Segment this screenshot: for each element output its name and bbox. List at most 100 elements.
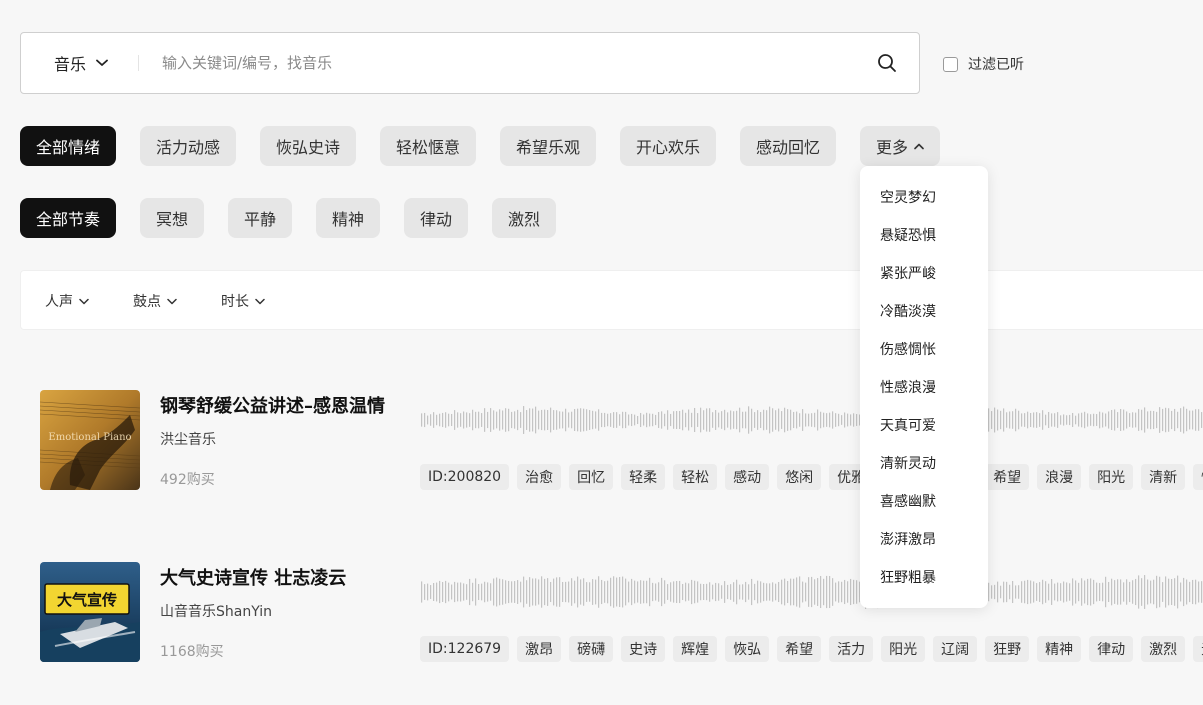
waveform-bar bbox=[724, 581, 726, 603]
track-tag[interactable]: 清新 bbox=[1141, 464, 1186, 490]
track-item: Emotional Piano 钢琴舒缓公益讲述–感恩温情 洪尘音乐 492购买… bbox=[0, 390, 1203, 490]
track-tag[interactable]: 阳光 bbox=[881, 636, 926, 662]
track-tag[interactable]: 狂野 bbox=[985, 636, 1030, 662]
emotion-chip[interactable]: 希望乐观 bbox=[500, 126, 597, 166]
dropdown-item[interactable]: 狂野粗暴 bbox=[880, 567, 936, 589]
waveform-bar bbox=[1021, 413, 1023, 427]
waveform-bar bbox=[820, 575, 822, 609]
waveform-bar bbox=[1093, 579, 1095, 605]
dropdown-item[interactable]: 悬疑恐惧 bbox=[880, 225, 936, 247]
dropdown-item[interactable]: 冷酷淡漠 bbox=[880, 301, 936, 323]
waveform-bar bbox=[682, 409, 684, 431]
search-input[interactable] bbox=[162, 47, 852, 79]
track-tag[interactable]: 悠闲 bbox=[777, 464, 822, 490]
rhythm-chip[interactable]: 平静 bbox=[228, 198, 293, 238]
waveform-bar bbox=[1123, 582, 1125, 602]
waveform-bar bbox=[436, 414, 438, 426]
filter-heard-label: 过滤已听 bbox=[968, 57, 1024, 73]
dropdown-item[interactable]: 紧张严峻 bbox=[880, 263, 936, 285]
filter-heard-toggle[interactable]: 过滤已听 bbox=[943, 54, 1024, 74]
emotion-chip[interactable]: 开心欢乐 bbox=[620, 126, 717, 166]
waveform-bar bbox=[616, 412, 618, 428]
waveform-bar bbox=[1000, 410, 1002, 430]
track-artist[interactable]: 山音音乐ShanYin bbox=[160, 601, 272, 621]
track-tag[interactable]: 希望 bbox=[985, 464, 1030, 490]
track-cover[interactable]: Emotional Piano bbox=[40, 390, 140, 490]
waveform-bar bbox=[622, 576, 624, 608]
waveform-bar bbox=[760, 412, 762, 428]
track-tag[interactable]: 激烈 bbox=[1141, 636, 1186, 662]
track-tag[interactable]: 阳光 bbox=[1089, 464, 1134, 490]
track-tag[interactable]: 激昂 bbox=[517, 636, 562, 662]
emotion-chip[interactable]: 轻松惬意 bbox=[380, 126, 477, 166]
track-tag[interactable]: 活力 bbox=[829, 636, 874, 662]
waveform-bar bbox=[1060, 415, 1062, 425]
waveform-bar bbox=[1174, 408, 1176, 432]
filter-heard-checkbox[interactable] bbox=[943, 56, 958, 72]
rhythm-chip[interactable]: 冥想 bbox=[140, 198, 205, 238]
chevron-down-icon bbox=[167, 298, 177, 304]
track-tag[interactable]: 精神 bbox=[1037, 636, 1082, 662]
track-tag[interactable]: 浪漫 bbox=[1037, 464, 1082, 490]
waveform-bar bbox=[541, 576, 543, 608]
emotion-chip[interactable]: 感动回忆 bbox=[740, 126, 837, 166]
dropdown-item[interactable]: 澎湃激昂 bbox=[880, 529, 936, 551]
waveform-bar bbox=[994, 407, 996, 433]
emotion-chip[interactable]: 恢弘史诗 bbox=[260, 126, 357, 166]
waveform-bar bbox=[1147, 579, 1149, 605]
waveform-bar bbox=[439, 580, 441, 604]
rhythm-chip[interactable]: 律动 bbox=[404, 198, 469, 238]
track-waveform[interactable] bbox=[420, 572, 1203, 612]
dropdown-item[interactable]: 性感浪漫 bbox=[880, 377, 936, 399]
track-tag[interactable]: 辉煌 bbox=[673, 636, 718, 662]
waveform-bar bbox=[469, 413, 471, 427]
waveform-bar bbox=[592, 579, 594, 605]
filter-vocal[interactable]: 人声 bbox=[45, 291, 89, 311]
waveform-bar bbox=[586, 582, 588, 602]
track-cover[interactable]: 大气宣传 bbox=[40, 562, 140, 662]
track-tag[interactable]: 轻松 bbox=[673, 464, 718, 490]
track-tag[interactable]: 治愈 bbox=[517, 464, 562, 490]
track-tag[interactable]: 磅礴 bbox=[569, 636, 614, 662]
rhythm-chip[interactable]: 激烈 bbox=[492, 198, 557, 238]
track-title[interactable]: 大气史诗宣传 壮志凌云 bbox=[160, 564, 390, 590]
waveform-bar bbox=[784, 407, 786, 433]
track-tag[interactable]: 感动 bbox=[725, 464, 770, 490]
track-tag[interactable]: 律动 bbox=[1089, 636, 1134, 662]
rhythm-chip[interactable]: 精神 bbox=[316, 198, 381, 238]
track-tag[interactable]: 史诗 bbox=[621, 636, 666, 662]
track-tag[interactable]: 轻柔 bbox=[621, 464, 666, 490]
waveform-bar bbox=[694, 407, 696, 433]
waveform-bar bbox=[556, 577, 558, 607]
more-emotions-button[interactable]: 更多 bbox=[860, 126, 941, 166]
rhythm-chip-all[interactable]: 全部节奏 bbox=[20, 198, 117, 238]
track-tag[interactable]: 憧憬 bbox=[1193, 464, 1203, 490]
dropdown-item[interactable]: 空灵梦幻 bbox=[880, 187, 936, 209]
emotion-chip[interactable]: 活力动感 bbox=[140, 126, 237, 166]
filter-drums[interactable]: 鼓点 bbox=[133, 291, 177, 311]
track-tag[interactable]: 辽阔 bbox=[933, 636, 978, 662]
dropdown-item[interactable]: 天真可爱 bbox=[880, 415, 936, 437]
track-waveform[interactable] bbox=[420, 400, 1203, 440]
dropdown-item[interactable]: 清新灵动 bbox=[880, 453, 936, 475]
waveform-bar bbox=[1138, 409, 1140, 431]
waveform-bar bbox=[1045, 581, 1047, 603]
track-tag[interactable]: 希望 bbox=[777, 636, 822, 662]
dropdown-item[interactable]: 伤感惆怅 bbox=[880, 339, 936, 361]
category-select[interactable]: 音乐 bbox=[54, 33, 108, 93]
dropdown-item[interactable]: 喜感幽默 bbox=[880, 491, 936, 513]
waveform-bar bbox=[754, 412, 756, 428]
waveform-bar bbox=[832, 411, 834, 429]
waveform-bar bbox=[838, 581, 840, 603]
search-icon[interactable] bbox=[877, 53, 897, 73]
track-tag[interactable]: 无畏 bbox=[1193, 636, 1203, 662]
track-tag[interactable]: 恢弘 bbox=[725, 636, 770, 662]
track-tag[interactable]: 回忆 bbox=[569, 464, 614, 490]
emotion-chip-all[interactable]: 全部情绪 bbox=[20, 126, 117, 166]
waveform-bar bbox=[1138, 575, 1140, 609]
waveform-bar bbox=[805, 582, 807, 602]
track-artist[interactable]: 洪尘音乐 bbox=[160, 429, 216, 449]
track-title[interactable]: 钢琴舒缓公益讲述–感恩温情 bbox=[160, 392, 390, 418]
filter-duration[interactable]: 时长 bbox=[221, 291, 265, 311]
waveform-bar bbox=[1024, 580, 1026, 604]
